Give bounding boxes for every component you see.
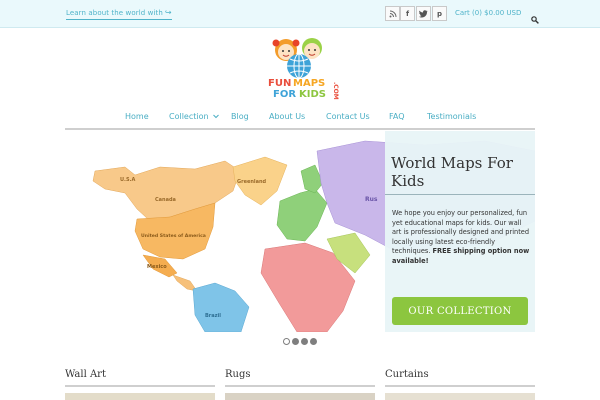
- slider-dot-1[interactable]: [283, 338, 290, 345]
- category-wall-art[interactable]: Wall Art: [65, 369, 106, 380]
- slider-dot-3[interactable]: [301, 338, 308, 345]
- slider-pagination: [283, 338, 317, 345]
- logo-kids: KIDS: [299, 89, 326, 100]
- hero-text-panel: World Maps For Kids We hope you enjoy ou…: [385, 131, 535, 332]
- map-label-mexico: Mexico: [147, 264, 167, 270]
- main-nav: Home Collection Blog About Us Contact Us…: [0, 112, 600, 128]
- nav-contact-us[interactable]: Contact Us: [326, 112, 370, 121]
- category-image[interactable]: [65, 393, 215, 400]
- category-divider: [225, 385, 375, 387]
- promo-link[interactable]: Learn about the world with ↪: [66, 8, 172, 20]
- nav-divider: [65, 128, 535, 130]
- cart-link[interactable]: Cart (0) $0.00 USD: [455, 9, 521, 17]
- nav-blog[interactable]: Blog: [231, 112, 249, 121]
- rss-icon[interactable]: [385, 6, 400, 21]
- arrow-icon: ↪: [164, 8, 172, 17]
- logo-for: FOR: [273, 89, 296, 100]
- world-map-image: U.S.A Canada Greenland United States of …: [65, 131, 535, 332]
- category-curtains[interactable]: Curtains: [385, 369, 429, 380]
- category-divider: [385, 385, 535, 387]
- hero-title: World Maps For Kids: [391, 154, 513, 190]
- category-image[interactable]: [225, 393, 375, 400]
- logo-dotcom: .COM: [332, 82, 339, 100]
- slider-dot-4[interactable]: [310, 338, 317, 345]
- facebook-icon[interactable]: f: [400, 6, 415, 21]
- hero-divider: [385, 194, 535, 195]
- site-logo[interactable]: FUN MAPS FOR KIDS .COM: [262, 34, 342, 100]
- map-label-united-states: United States of America: [141, 233, 206, 239]
- category-rugs[interactable]: Rugs: [225, 369, 251, 380]
- map-label-canada: Canada: [155, 197, 176, 203]
- our-collection-button[interactable]: OUR COLLECTION: [392, 297, 528, 325]
- map-label-brazil: Brazil: [205, 313, 221, 319]
- map-label-greenland: Greenland: [237, 179, 267, 185]
- logo-maps: MAPS: [293, 78, 325, 89]
- category-divider: [65, 385, 215, 387]
- search-icon[interactable]: [531, 9, 539, 24]
- nav-faq[interactable]: FAQ: [389, 112, 405, 121]
- map-label-russia: Rus: [365, 196, 378, 203]
- pinterest-icon[interactable]: p: [432, 6, 447, 21]
- twitter-icon[interactable]: [416, 6, 431, 21]
- hero-slider: U.S.A Canada Greenland United States of …: [65, 131, 535, 332]
- hero-description: We hope you enjoy our personalized, fun …: [392, 209, 530, 265]
- category-image[interactable]: [385, 393, 535, 400]
- nav-testimonials[interactable]: Testimonials: [427, 112, 476, 121]
- nav-collection[interactable]: Collection: [169, 112, 219, 121]
- promo-text: Learn about the world with: [66, 9, 163, 17]
- nav-about-us[interactable]: About Us: [269, 112, 305, 121]
- chevron-down-icon: [213, 112, 219, 121]
- slider-dot-2[interactable]: [292, 338, 299, 345]
- logo-fun: FUN: [268, 78, 291, 89]
- top-bar: Learn about the world with ↪ f p Cart (0)…: [0, 0, 600, 28]
- map-label-usa: U.S.A: [120, 177, 135, 183]
- nav-home[interactable]: Home: [125, 112, 149, 121]
